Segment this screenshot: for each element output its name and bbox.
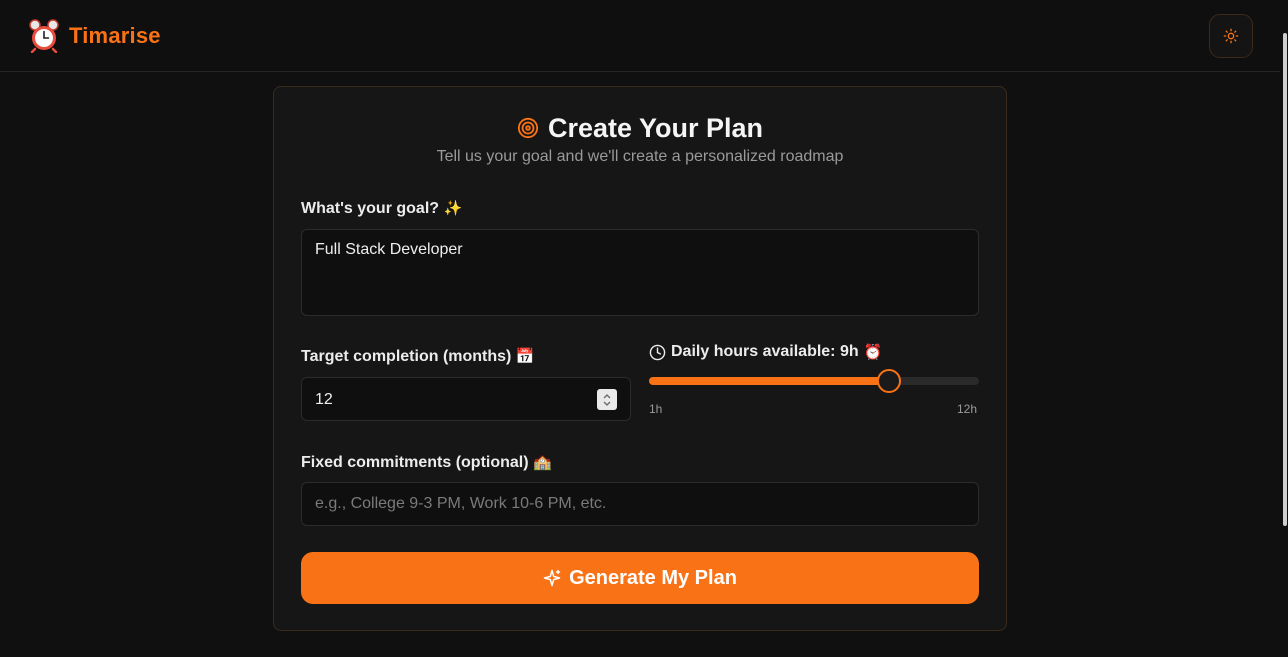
goal-value: Full Stack Developer [315,241,463,258]
chevron-up-icon[interactable] [602,393,612,400]
chevron-down-icon[interactable] [602,400,612,407]
slider-max-label: 12h [957,402,978,416]
slider-min-label: 1h [649,402,663,416]
sun-icon [1223,28,1239,44]
months-stepper[interactable] [597,389,617,410]
generate-plan-button[interactable]: Generate My Plan [301,552,979,604]
scrollbar-thumb[interactable] [1283,33,1287,526]
goal-label: What's your goal? ✨ [301,199,463,217]
sparkles-emoji: ✨ [443,199,463,217]
generate-plan-label: Generate My Plan [569,566,737,589]
theme-toggle-button[interactable] [1209,14,1253,58]
clock-icon [649,344,666,360]
page-subtitle: Tell us your goal and we'll create a per… [436,148,844,165]
calendar-emoji: 📅 [515,347,535,365]
card-header: Create Your Plan [274,111,1006,145]
alarm-clock-emoji: ⏰ [863,343,883,361]
create-plan-card: Create Your Plan Tell us your goal and w… [273,86,1007,631]
brand-name: Timarise [69,23,161,48]
brand[interactable]: Timarise [28,19,161,53]
months-label: Target completion (months) 📅 [301,347,535,365]
target-icon [517,117,539,139]
commitments-label: Fixed commitments (optional) 🏫 [301,453,552,471]
goal-textarea[interactable]: Full Stack Developer [301,229,979,316]
daily-hours-label: Daily hours available: 9h ⏰ [649,343,882,361]
months-number-input[interactable]: 12 [301,377,631,421]
top-navbar: Timarise [0,0,1288,72]
page-title: Create Your Plan [547,112,764,143]
months-value: 12 [315,391,333,408]
school-emoji: 🏫 [533,453,552,471]
daily-hours-slider[interactable] [649,369,979,393]
slider-fill [649,377,889,385]
commitments-input[interactable] [301,482,979,526]
slider-thumb[interactable] [877,369,901,393]
alarm-clock-icon [29,19,59,53]
sparkle-icon [543,569,561,587]
